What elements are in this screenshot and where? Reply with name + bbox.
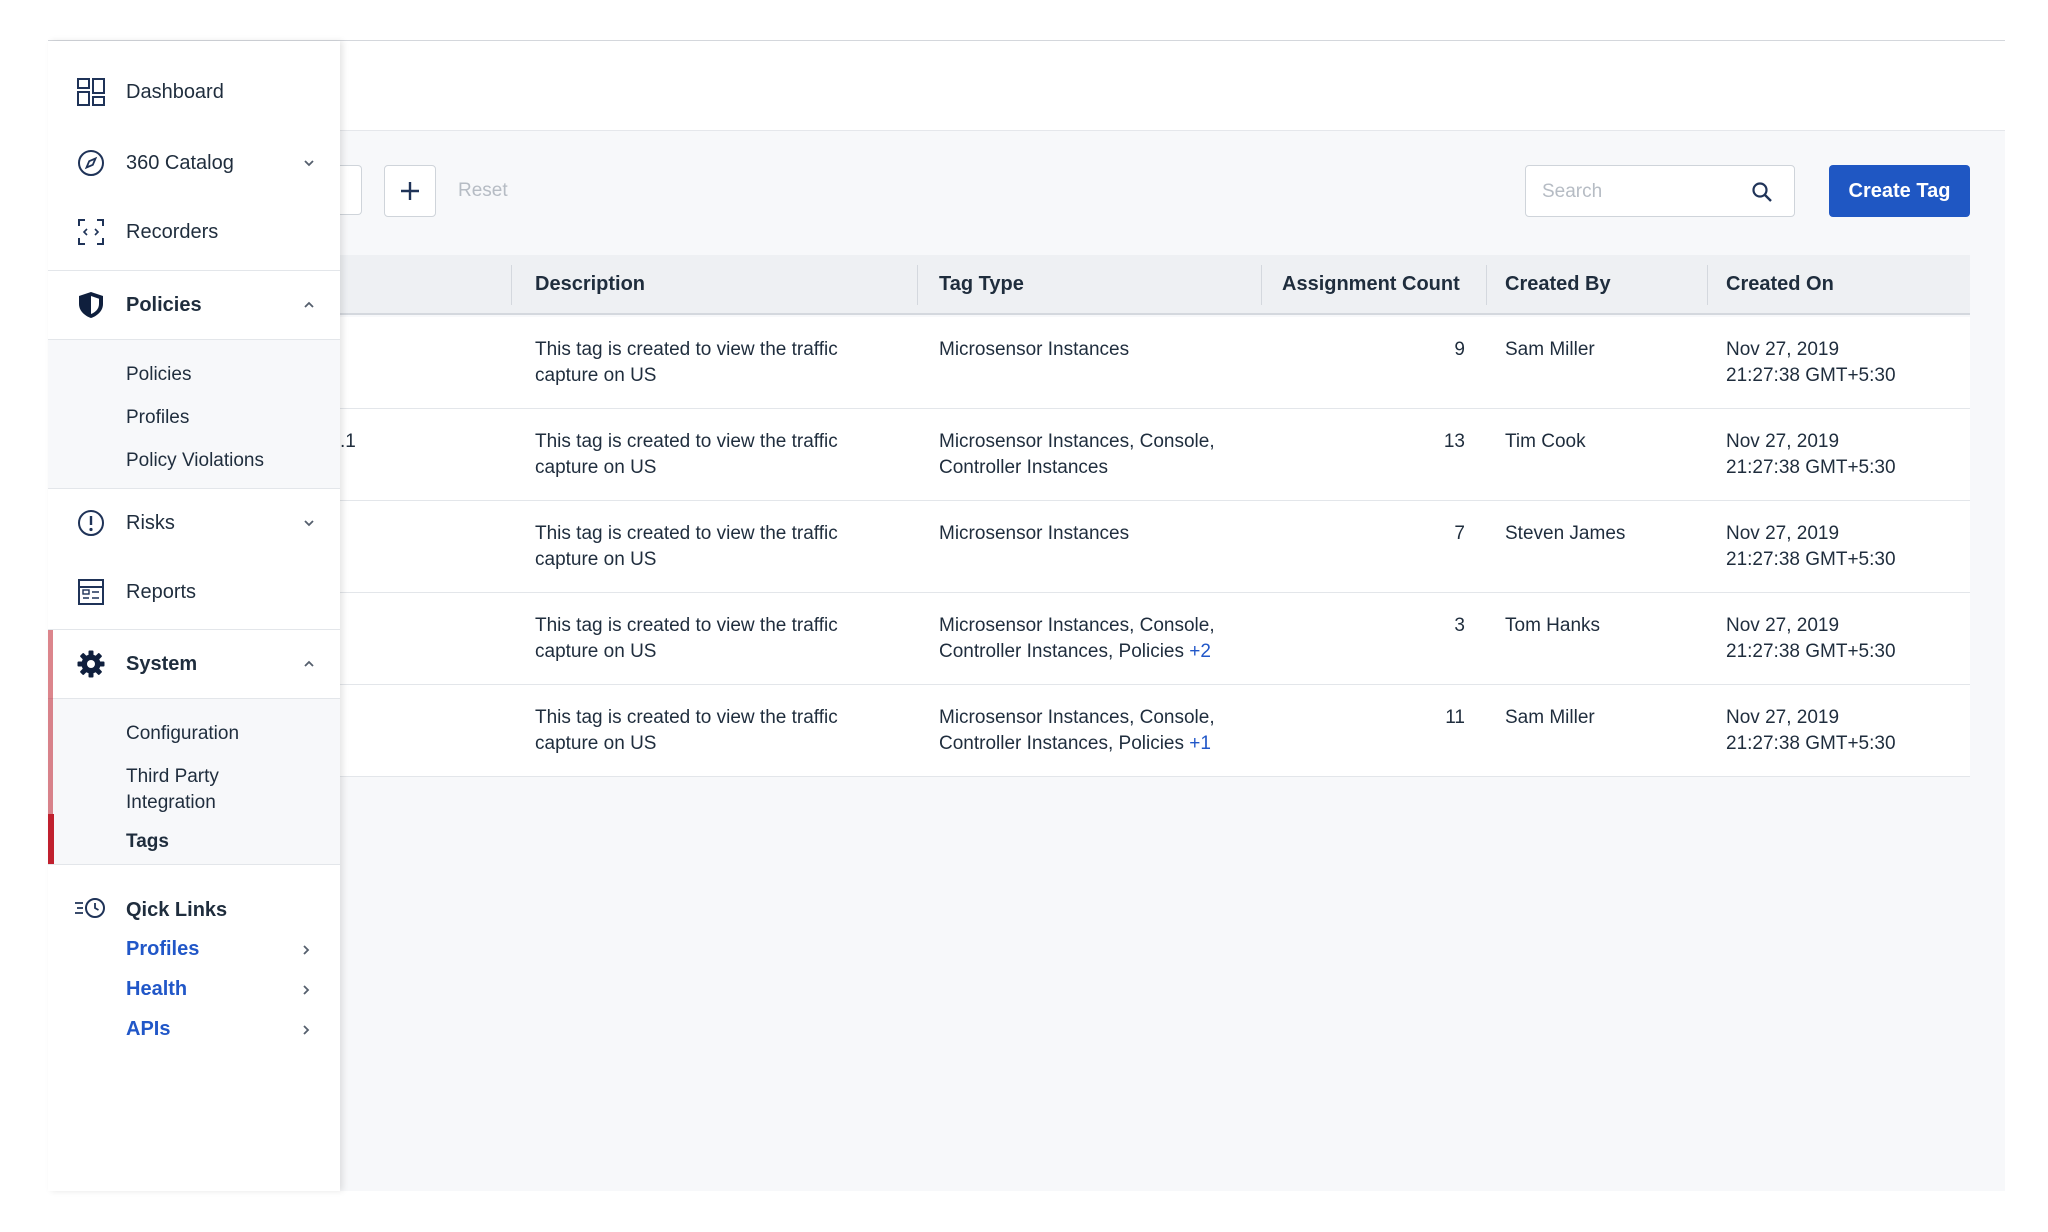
more-types-link[interactable]: +1 [1189,733,1211,754]
created-by-cell: Steven James [1505,523,1626,544]
created-by-cell: Sam Miller [1505,339,1595,360]
table-header: Description Tag Type Assignment Count Cr… [340,255,1970,315]
submenu-item-third-party-integration[interactable]: Third Party Integration [126,764,219,816]
column-header-created-by[interactable]: Created By [1505,273,1611,296]
chevron-up-icon[interactable] [302,657,316,671]
sidebar-item-dashboard[interactable]: Dashboard [48,58,340,126]
sidebar-item-label: Recorders [126,220,219,243]
tag-type-cell: Microsensor Instances [939,339,1130,360]
submenu-item-policy-violations[interactable]: Policy Violations [126,448,264,474]
sidebar-item-label: System [126,652,198,675]
table-row[interactable]: This tag is created to view the traffic c… [340,593,1970,685]
table-row[interactable]: This tag is created to view the traffic c… [340,501,1970,593]
created-by-cell: Tom Hanks [1505,615,1601,636]
table-row[interactable]: This tag is created to view the traffic c… [340,317,1970,409]
table-row[interactable]: This tag is created to view the traffic c… [340,685,1970,777]
sidebar-item-recorders[interactable]: Recorders [48,198,340,266]
created-on-cell: Nov 27, 2019 21:27:38 GMT+5:30 [1726,431,1896,478]
sidebar-item-label: Policies [126,293,202,316]
plus-icon [401,182,419,200]
created-on-cell: Nov 27, 2019 21:27:38 GMT+5:30 [1726,339,1896,386]
description-cell: This tag is created to view the traffic c… [535,707,838,754]
quick-link-profiles[interactable]: Profiles [126,938,199,961]
sidebar-item-system[interactable]: System [48,630,340,698]
active-item-marker [48,814,54,864]
tag-type-cell: Microsensor Instances, Console, Controlle… [939,615,1215,662]
policies-submenu: Policies Profiles Policy Violations [48,340,340,488]
compass-icon [76,148,106,178]
sidebar-item-360-catalog[interactable]: 360 Catalog [48,129,340,197]
chevron-right-icon[interactable] [300,984,312,996]
sidebar-item-risks[interactable]: Risks [48,489,340,557]
created-on-cell: Nov 27, 2019 21:27:38 GMT+5:30 [1726,707,1896,754]
description-cell: This tag is created to view the traffic c… [535,615,838,662]
created-on-cell: Nov 27, 2019 21:27:38 GMT+5:30 [1726,615,1896,662]
column-separator [1261,265,1262,305]
created-on-cell: Nov 27, 2019 21:27:38 GMT+5:30 [1726,523,1896,570]
column-separator [917,265,918,305]
sidebar-item-label: 360 Catalog [126,151,234,174]
filter-select-partial[interactable] [340,165,362,215]
sidebar-item-label: Risks [126,511,175,534]
tag-type-cell: Microsensor Instances [939,523,1130,544]
column-header-description[interactable]: Description [535,273,645,296]
alert-circle-icon [76,508,106,538]
column-separator [1486,265,1487,305]
search-field[interactable] [1525,165,1795,217]
sidebar-item-policies[interactable]: Policies [48,271,340,339]
sidebar: Dashboard 360 Catalog Recorders Policies… [48,41,340,1191]
dashboard-grid-icon [76,77,106,107]
chevron-right-icon[interactable] [300,1024,312,1036]
create-tag-button[interactable]: Create Tag [1829,165,1970,217]
sidebar-item-label: Reports [126,580,197,603]
shield-icon [76,290,106,320]
column-header-created-on[interactable]: Created On [1726,273,1834,296]
reset-button[interactable]: Reset [458,180,508,202]
quick-link-apis[interactable]: APIs [126,1018,170,1041]
sidebar-divider [48,864,340,865]
description-cell: This tag is created to view the traffic c… [535,523,838,570]
column-separator [1707,265,1708,305]
assignment-count-cell: 3 [1454,615,1465,636]
assignment-count-cell: 9 [1454,339,1465,360]
tag-type-cell: Microsensor Instances, Console, Controlle… [939,431,1215,478]
quick-links-title: Qick Links [126,899,228,921]
column-header-assignment-count[interactable]: Assignment Count [1282,273,1460,296]
chevron-up-icon[interactable] [302,298,316,312]
chevron-down-icon[interactable] [302,156,316,170]
description-cell: This tag is created to view the traffic c… [535,431,838,478]
assignment-count-cell: 7 [1454,523,1465,544]
quick-link-health[interactable]: Health [126,978,187,1001]
submenu-item-profiles[interactable]: Profiles [126,405,189,431]
gear-icon [76,649,106,679]
name-cell-fragment: .1 [340,431,356,452]
report-table-icon [76,577,106,607]
submenu-item-policies[interactable]: Policies [126,362,191,388]
assignment-count-cell: 11 [1445,707,1465,728]
created-by-cell: Tim Cook [1505,431,1586,452]
created-by-cell: Sam Miller [1505,707,1595,728]
add-filter-button[interactable] [384,165,436,217]
search-input[interactable] [1542,178,1742,206]
sidebar-item-label: Dashboard [126,80,224,103]
assignment-count-cell: 13 [1443,431,1465,452]
clock-list-icon [74,894,108,922]
sidebar-item-reports[interactable]: Reports [48,558,340,626]
search-icon[interactable] [1750,180,1774,204]
page-header [48,41,2005,131]
submenu-item-configuration[interactable]: Configuration [126,721,239,747]
more-types-link[interactable]: +2 [1189,641,1211,662]
tag-type-cell: Microsensor Instances, Console, Controlle… [939,707,1215,754]
table-row[interactable]: .1 This tag is created to view the traff… [340,409,1970,501]
description-cell: This tag is created to view the traffic c… [535,339,838,386]
chevron-down-icon[interactable] [302,516,316,530]
chevron-right-icon[interactable] [300,944,312,956]
submenu-item-tags[interactable]: Tags [126,829,169,855]
column-header-tag-type[interactable]: Tag Type [939,273,1024,296]
column-separator [511,265,512,305]
recorder-scan-icon [76,217,106,247]
system-submenu: Configuration Third Party Integration Tag… [48,699,340,864]
